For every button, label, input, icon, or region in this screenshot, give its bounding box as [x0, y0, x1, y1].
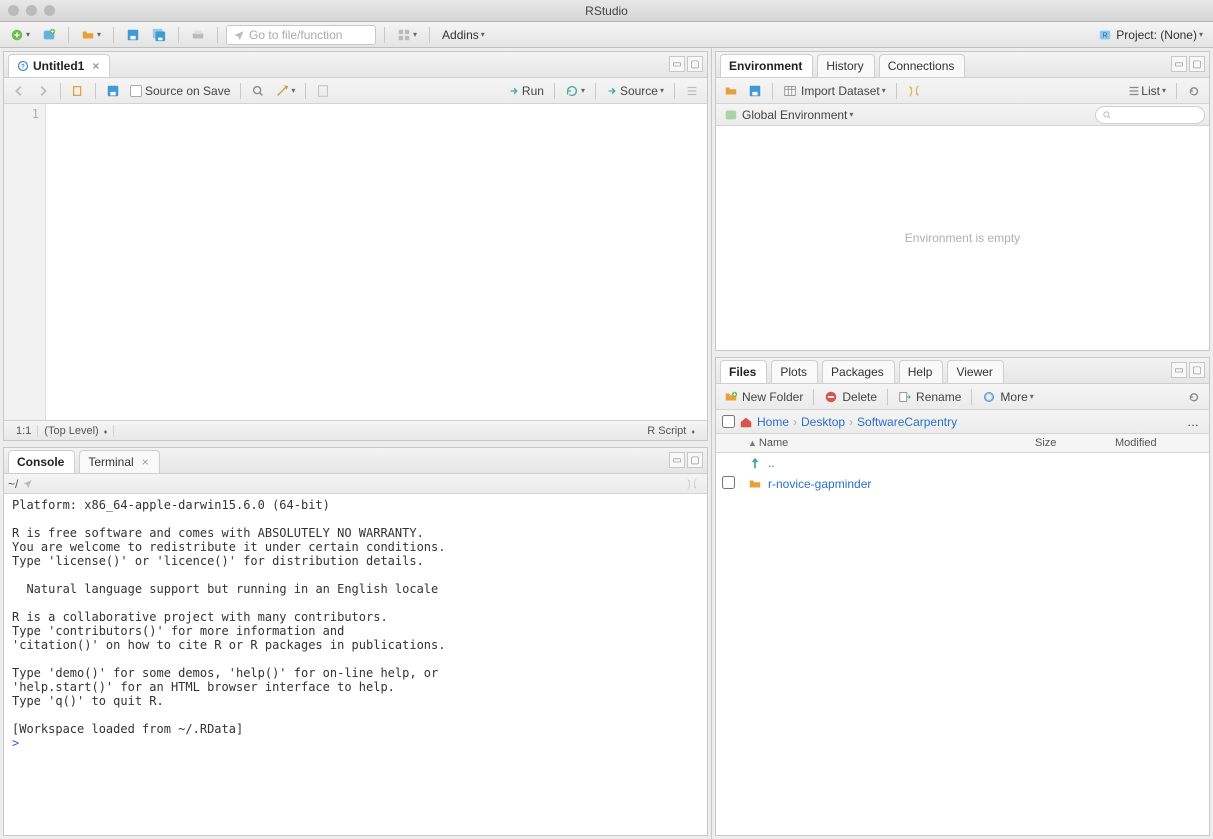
- environment-pane: Environment History Connections ▭ ▢ Impo…: [715, 51, 1210, 351]
- save-workspace-button[interactable]: [744, 81, 766, 101]
- file-type-selector[interactable]: R Script ♦: [641, 425, 701, 437]
- console-body[interactable]: Platform: x86_64-apple-darwin15.6.0 (64-…: [4, 494, 707, 835]
- close-tab-icon[interactable]: ×: [92, 59, 99, 73]
- tab-environment[interactable]: Environment: [720, 54, 813, 77]
- files-pane: Files Plots Packages Help Viewer ▭ ▢ New…: [715, 357, 1210, 836]
- window-title: RStudio: [585, 4, 628, 18]
- maximize-pane-icon[interactable]: ▢: [1189, 56, 1205, 72]
- open-file-button[interactable]: ▾: [77, 25, 105, 45]
- close-terminal-icon[interactable]: ×: [142, 455, 149, 469]
- editor-body[interactable]: 1: [4, 104, 707, 420]
- select-all-checkbox[interactable]: [722, 415, 735, 428]
- clear-workspace-button[interactable]: [903, 81, 925, 101]
- tab-untitled1[interactable]: ? Untitled1 ×: [8, 54, 110, 77]
- addins-button[interactable]: Addins ▾: [438, 25, 489, 45]
- minimize-pane-icon[interactable]: ▭: [1171, 362, 1187, 378]
- rerun-button[interactable]: ▾: [561, 81, 589, 101]
- new-folder-button[interactable]: New Folder: [720, 387, 807, 407]
- tab-plots[interactable]: Plots: [771, 360, 818, 383]
- scope-selector[interactable]: (Top Level) ♦: [38, 425, 114, 437]
- minimize-pane-icon[interactable]: ▭: [669, 452, 685, 468]
- breadcrumb-desktop[interactable]: Desktop: [801, 415, 845, 429]
- global-env-selector[interactable]: Global Environment ▾: [720, 105, 857, 125]
- tab-terminal[interactable]: Terminal×: [79, 450, 159, 473]
- compile-report-button[interactable]: [312, 81, 334, 101]
- minimize-pane-icon[interactable]: ▭: [669, 56, 685, 72]
- minimize-pane-icon[interactable]: ▭: [1171, 56, 1187, 72]
- tab-files[interactable]: Files: [720, 360, 767, 383]
- file-row-checkbox[interactable]: [722, 476, 735, 489]
- folder-icon: [748, 477, 762, 491]
- breadcrumb-folder[interactable]: SoftwareCarpentry: [857, 415, 957, 429]
- print-button[interactable]: [187, 25, 209, 45]
- col-header-modified[interactable]: Modified: [1109, 434, 1209, 452]
- cursor-position: 1:1: [10, 425, 38, 437]
- console-pane: Console Terminal× ▭ ▢ ~/ Platform: x86_6…: [3, 447, 708, 836]
- outline-button[interactable]: [681, 81, 703, 101]
- tab-help[interactable]: Help: [899, 360, 944, 383]
- env-search-input[interactable]: [1095, 106, 1205, 124]
- grid-button[interactable]: ▾: [393, 25, 421, 45]
- minimize-window-icon[interactable]: [26, 5, 37, 16]
- svg-text:R: R: [1103, 32, 1108, 39]
- tab-connections[interactable]: Connections: [879, 54, 966, 77]
- traffic-lights: [8, 5, 55, 16]
- col-header-size[interactable]: Size: [1029, 434, 1109, 452]
- goto-file-input[interactable]: Go to file/function: [226, 25, 376, 45]
- find-button[interactable]: [247, 81, 269, 101]
- import-dataset-button[interactable]: Import Dataset ▾: [779, 81, 890, 101]
- save-file-button[interactable]: [102, 81, 124, 101]
- gutter: 1: [4, 104, 46, 420]
- workspace: ? Untitled1 × ▭ ▢ Source on Save: [0, 48, 1213, 839]
- maximize-pane-icon[interactable]: ▢: [687, 56, 703, 72]
- more-button[interactable]: More ▾: [978, 387, 1037, 407]
- tab-history[interactable]: History: [817, 54, 874, 77]
- file-row[interactable]: r-novice-gapminder: [716, 473, 1209, 495]
- new-project-button[interactable]: [38, 25, 60, 45]
- maximize-pane-icon[interactable]: ▢: [687, 452, 703, 468]
- zoom-window-icon[interactable]: [44, 5, 55, 16]
- close-window-icon[interactable]: [8, 5, 19, 16]
- new-file-button[interactable]: ▾: [6, 25, 34, 45]
- svg-text:?: ?: [21, 64, 25, 70]
- refresh-files-button[interactable]: [1183, 387, 1205, 407]
- file-row-updir[interactable]: ..: [716, 453, 1209, 473]
- breadcrumb-home[interactable]: Home: [757, 415, 789, 429]
- project-button[interactable]: R Project: (None) ▾: [1094, 25, 1207, 45]
- save-all-button[interactable]: [148, 25, 170, 45]
- forward-button[interactable]: [32, 81, 54, 101]
- source-button[interactable]: Source ▾: [602, 81, 668, 101]
- code-tools-button[interactable]: ▾: [271, 81, 299, 101]
- source-editor-pane: ? Untitled1 × ▭ ▢ Source on Save: [3, 51, 708, 441]
- list-view-button[interactable]: List ▾: [1123, 81, 1170, 101]
- maximize-pane-icon[interactable]: ▢: [1189, 362, 1205, 378]
- tab-console[interactable]: Console: [8, 450, 75, 473]
- source-on-save-checkbox[interactable]: Source on Save: [126, 81, 234, 101]
- run-button[interactable]: Run: [504, 81, 548, 101]
- back-button[interactable]: [8, 81, 30, 101]
- env-empty-message: Environment is empty: [716, 126, 1209, 350]
- delete-button[interactable]: Delete: [820, 387, 881, 407]
- show-in-new-window-button[interactable]: [67, 81, 89, 101]
- window-titlebar: RStudio: [0, 0, 1213, 22]
- home-icon[interactable]: [739, 415, 753, 429]
- refresh-button[interactable]: [1183, 81, 1205, 101]
- load-workspace-button[interactable]: [720, 81, 742, 101]
- path-more-button[interactable]: …: [1183, 412, 1203, 432]
- main-toolbar: ▾ ▾ Go to file/function ▾ Addins ▾ R Pro…: [0, 22, 1213, 48]
- tab-packages[interactable]: Packages: [822, 360, 895, 383]
- tab-viewer[interactable]: Viewer: [947, 360, 1003, 383]
- goto-placeholder: Go to file/function: [249, 28, 342, 42]
- col-header-name[interactable]: ▲Name: [742, 434, 1029, 452]
- clear-console-button[interactable]: [681, 474, 703, 494]
- console-path[interactable]: ~/: [8, 477, 18, 491]
- save-button[interactable]: [122, 25, 144, 45]
- rename-button[interactable]: Rename: [894, 387, 965, 407]
- up-arrow-icon: [748, 456, 762, 470]
- console-prompt: >: [12, 736, 19, 750]
